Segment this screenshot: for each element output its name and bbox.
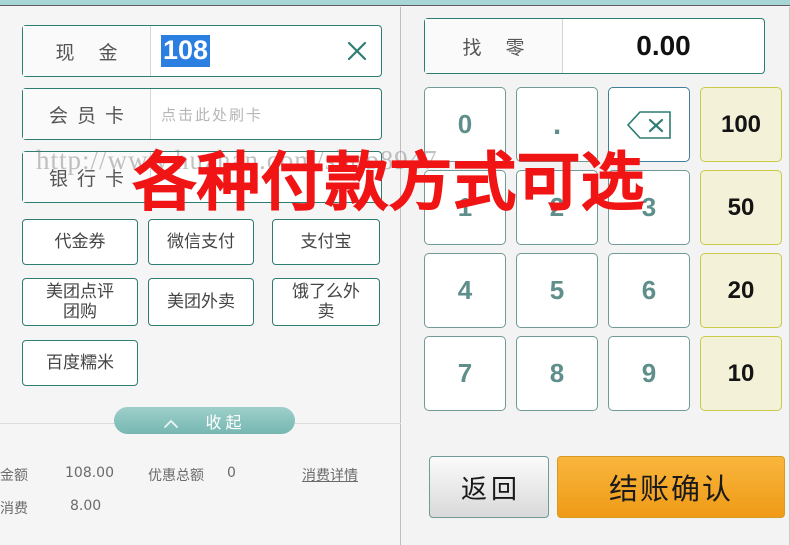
- member-card-value-wrap[interactable]: 点击此处刷卡: [151, 89, 381, 139]
- member-card-field-label: 会员卡: [23, 89, 151, 139]
- summary-row-drinks: 酒水消费 8.00: [0, 498, 392, 531]
- cash-field-value-wrap[interactable]: 108: [151, 26, 381, 76]
- collapse-button-label: 收起: [205, 412, 246, 432]
- quick-amount-10[interactable]: 10: [700, 336, 782, 411]
- change-field-value-wrap: 0.00: [563, 19, 764, 73]
- pay-method-wechat[interactable]: 微信支付: [148, 219, 254, 265]
- quick-amount-20[interactable]: 20: [700, 253, 782, 328]
- order-summary: 账单金额 108.00 优惠总额 0 消费详情 酒水消费 8.00: [0, 465, 392, 531]
- key-6[interactable]: 6: [608, 253, 690, 328]
- backspace-icon[interactable]: [608, 87, 690, 162]
- key-4[interactable]: 4: [424, 253, 506, 328]
- pay-method-meituan-waimai[interactable]: 美团外卖: [148, 278, 254, 326]
- member-card-field[interactable]: 会员卡 点击此处刷卡: [22, 88, 382, 140]
- bill-amount-value: 108.00: [65, 465, 114, 481]
- change-field-label: 找 零: [425, 19, 563, 73]
- cash-field[interactable]: 现 金 108: [22, 25, 382, 77]
- summary-row-bill: 账单金额 108.00 优惠总额 0 消费详情: [0, 465, 392, 498]
- change-amount-value: 0.00: [636, 30, 691, 61]
- top-accent-bar: [0, 0, 790, 6]
- key-8[interactable]: 8: [516, 336, 598, 411]
- cash-field-label: 现 金: [23, 26, 151, 76]
- pos-payment-screen: 现 金 108 会员卡 点击此处刷卡 银行卡 代金券 微信支付 支付宝 美团点评…: [0, 0, 790, 545]
- drinks-amount-value: 8.00: [70, 498, 102, 514]
- pay-method-meituan-groupon[interactable]: 美团点评 团购: [22, 278, 138, 326]
- key-1[interactable]: 1: [424, 170, 506, 245]
- quick-amount-50[interactable]: 50: [700, 170, 782, 245]
- bill-amount-label: 账单金额: [0, 468, 28, 484]
- payment-methods-panel: 现 金 108 会员卡 点击此处刷卡 银行卡 代金券 微信支付 支付宝 美团点评…: [0, 7, 401, 545]
- bank-card-field-label: 银行卡: [23, 152, 151, 202]
- collapse-button[interactable]: 收起: [114, 407, 295, 434]
- member-card-input[interactable]: 点击此处刷卡: [161, 104, 263, 125]
- close-icon[interactable]: [345, 39, 369, 63]
- pay-method-voucher[interactable]: 代金券: [22, 219, 138, 265]
- key-9[interactable]: 9: [608, 336, 690, 411]
- cash-amount-input[interactable]: 108: [161, 35, 211, 67]
- discount-total-value: 0: [227, 465, 236, 481]
- back-button[interactable]: 返回: [429, 456, 549, 518]
- confirm-button[interactable]: 结账确认: [557, 456, 785, 518]
- consumption-detail-link[interactable]: 消费详情: [302, 465, 358, 485]
- pay-method-eleme[interactable]: 饿了么外 卖: [272, 278, 380, 326]
- discount-total-label: 优惠总额: [148, 468, 204, 484]
- key-decimal[interactable]: .: [516, 87, 598, 162]
- change-field: 找 零 0.00: [424, 18, 765, 74]
- key-7[interactable]: 7: [424, 336, 506, 411]
- pay-method-baidu-nuomi[interactable]: 百度糯米: [22, 340, 138, 386]
- bank-card-field[interactable]: 银行卡: [22, 151, 382, 203]
- bank-card-value-wrap[interactable]: [151, 152, 381, 202]
- key-3[interactable]: 3: [608, 170, 690, 245]
- pay-method-alipay[interactable]: 支付宝: [272, 219, 380, 265]
- drinks-amount-label: 酒水消费: [0, 501, 28, 517]
- quick-amount-100[interactable]: 100: [700, 87, 782, 162]
- key-2[interactable]: 2: [516, 170, 598, 245]
- chevron-up-icon: [163, 415, 179, 428]
- key-5[interactable]: 5: [516, 253, 598, 328]
- key-0[interactable]: 0: [424, 87, 506, 162]
